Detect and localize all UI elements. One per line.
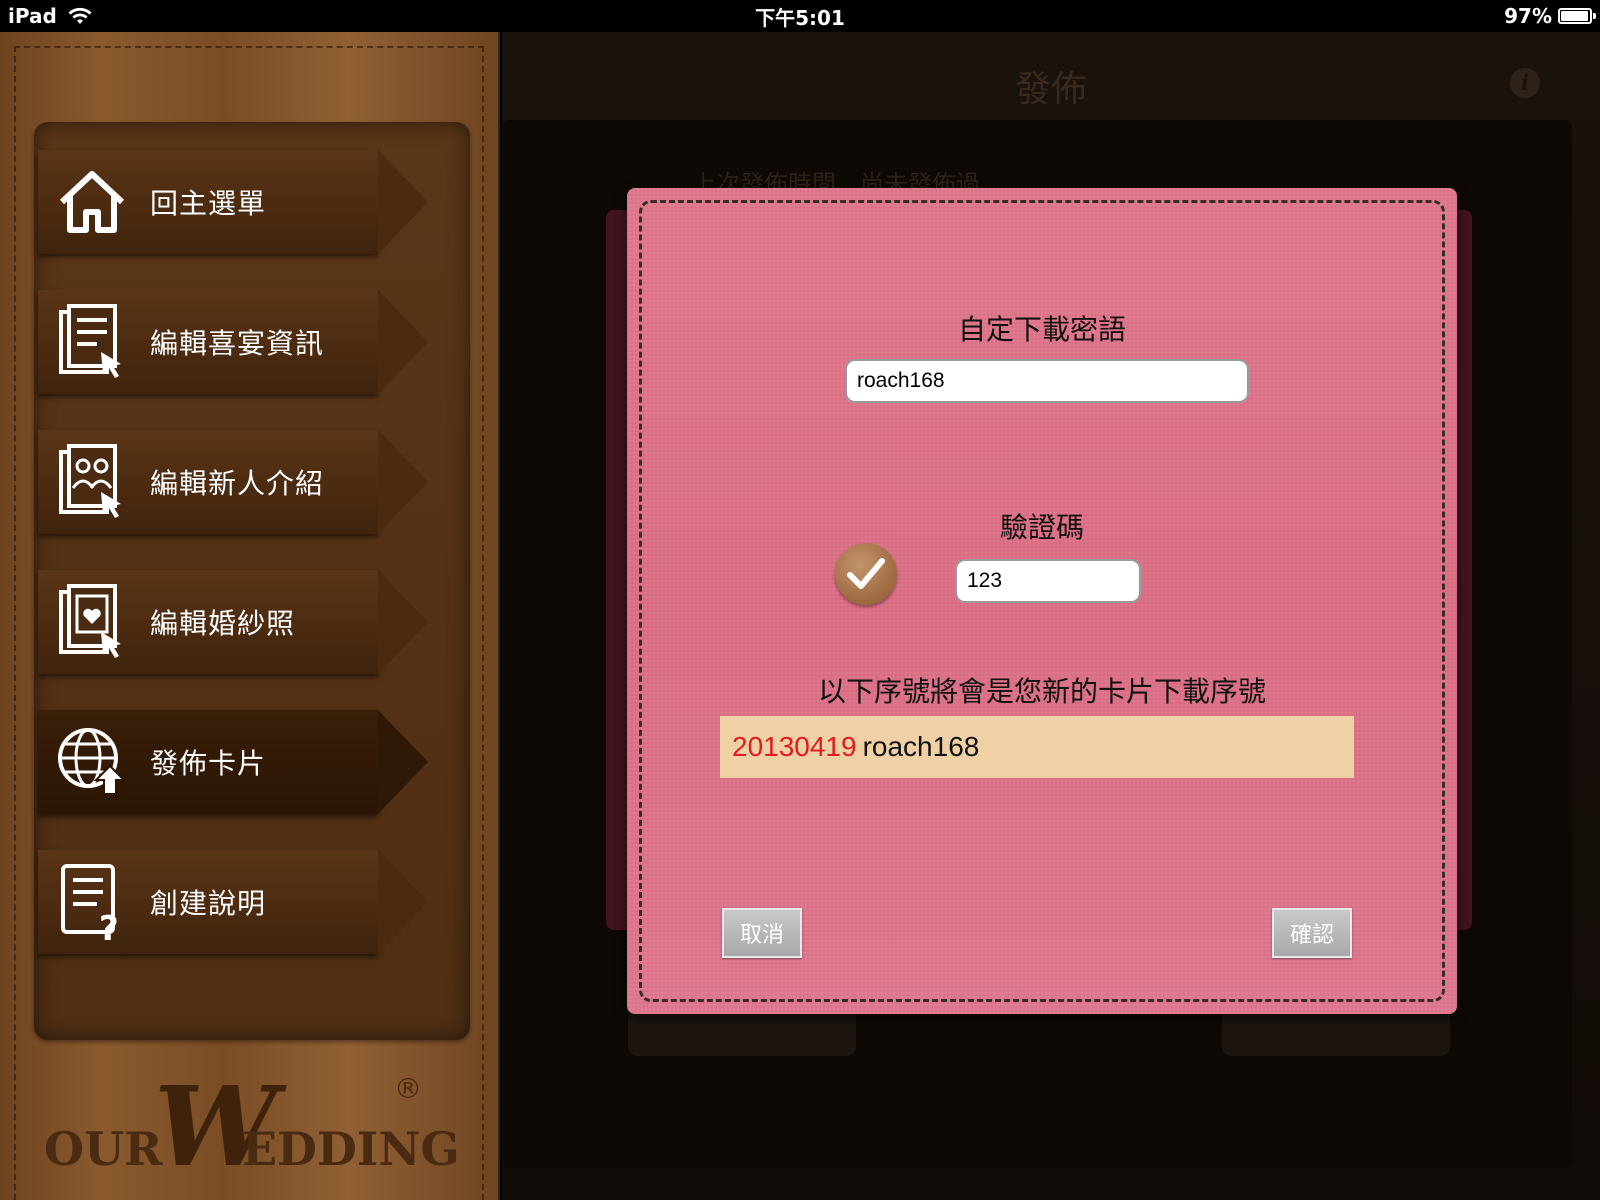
password-dialog: 自定下載密語 roach168 驗證碼 123 以下序號將會是您新的卡片下載序號… bbox=[627, 188, 1457, 1014]
battery-percent: 97% bbox=[1504, 4, 1552, 28]
captcha-input[interactable]: 123 bbox=[955, 559, 1141, 603]
sidebar-item-home[interactable]: 回主選單 bbox=[38, 150, 428, 254]
sidebar-item-help[interactable]: ? 創建說明 bbox=[38, 850, 428, 954]
battery-fill bbox=[1561, 11, 1589, 21]
serial-display: 20130419 roach168 bbox=[720, 716, 1354, 778]
status-time: 下午5:01 bbox=[755, 5, 845, 30]
logo-edding: EDDING bbox=[242, 1122, 460, 1176]
status-right: 97% bbox=[1504, 4, 1596, 28]
edit-photo-icon bbox=[52, 582, 132, 662]
sidebar-item-publish[interactable]: 發佈卡片 bbox=[38, 710, 428, 814]
sidebar-item-label: 回主選單 bbox=[150, 187, 267, 220]
globe-upload-icon bbox=[52, 722, 132, 802]
edit-couple-icon bbox=[52, 442, 132, 522]
confirm-button[interactable]: 確認 bbox=[1272, 908, 1352, 958]
password-input[interactable]: roach168 bbox=[845, 359, 1249, 403]
logo-our: OUR bbox=[44, 1122, 163, 1176]
sidebar-item-label: 發佈卡片 bbox=[150, 747, 267, 780]
our-wedding-logo: OUR W EDDING ® bbox=[44, 1062, 460, 1192]
battery-icon bbox=[1558, 8, 1596, 24]
password-label: 自定下載密語 bbox=[957, 313, 1126, 346]
status-left: iPad bbox=[8, 4, 93, 28]
svg-text:?: ? bbox=[99, 909, 119, 942]
sidebar: 回主選單 編輯喜宴資訊 編輯新人介紹 編輯婚紗照 發佈卡片 ? 創建說明 OUR… bbox=[0, 32, 500, 1200]
home-icon bbox=[52, 162, 132, 242]
cancel-button[interactable]: 取消 bbox=[722, 908, 802, 958]
sidebar-item-edit-couple[interactable]: 編輯新人介紹 bbox=[38, 430, 428, 534]
serial-label: 以下序號將會是您新的卡片下載序號 bbox=[817, 675, 1266, 708]
logo-registered: ® bbox=[394, 1072, 422, 1105]
sidebar-item-label: 編輯新人介紹 bbox=[150, 467, 325, 500]
page-title: 發佈 bbox=[1014, 69, 1087, 110]
sidebar-item-edit-photo[interactable]: 編輯婚紗照 bbox=[38, 570, 428, 674]
checkmark-icon[interactable] bbox=[835, 543, 897, 605]
device-name: iPad bbox=[8, 4, 57, 28]
info-icon[interactable]: i bbox=[1510, 68, 1540, 98]
serial-code: roach168 bbox=[862, 731, 980, 762]
wifi-icon bbox=[68, 7, 92, 24]
sidebar-item-edit-event[interactable]: 編輯喜宴資訊 bbox=[38, 290, 428, 394]
serial-date: 20130419 bbox=[732, 731, 857, 762]
captcha-label: 驗證碼 bbox=[999, 511, 1084, 544]
edit-event-icon bbox=[52, 302, 132, 382]
sidebar-item-label: 編輯喜宴資訊 bbox=[150, 327, 325, 360]
sidebar-item-label: 編輯婚紗照 bbox=[150, 607, 296, 640]
status-bar: iPad 下午5:01 97% bbox=[0, 0, 1600, 32]
sidebar-item-label: 創建說明 bbox=[150, 887, 267, 920]
help-document-icon: ? bbox=[52, 862, 132, 942]
